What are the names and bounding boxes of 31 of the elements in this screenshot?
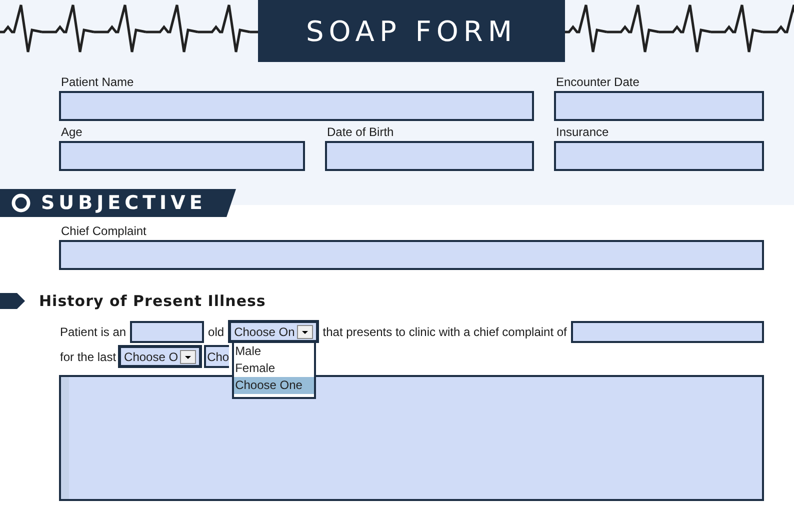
input-field[interactable]	[59, 240, 764, 270]
arrow-tag-icon	[0, 293, 25, 309]
sentence-text: for the last	[60, 350, 116, 364]
sentence-text: Patient is an	[60, 324, 126, 338]
input-field[interactable]	[554, 141, 764, 171]
dropdown-option[interactable]: Male	[234, 343, 314, 360]
field-label: Chief Complaint	[61, 224, 148, 238]
form-title: SOAP FORM	[258, 0, 565, 62]
input-field[interactable]	[325, 141, 534, 171]
sentence-text: that presents to clinic with a chief complaint of	[322, 324, 567, 338]
input-field[interactable]	[59, 141, 305, 171]
field-label: Age	[61, 125, 84, 139]
caret-icon	[180, 350, 196, 364]
text-area[interactable]	[59, 375, 764, 501]
circle-icon	[11, 193, 31, 213]
dropdown-option[interactable]: Choose One	[234, 377, 314, 394]
sentence-text: old	[208, 324, 224, 338]
input-field[interactable]	[570, 320, 764, 342]
dropdown-option[interactable]: Female	[234, 360, 314, 377]
dropdown[interactable]: Cho	[204, 345, 230, 368]
subsection-title: History of Present Illness	[39, 292, 266, 310]
field-label: Encounter Date	[556, 75, 640, 89]
caret-icon	[296, 324, 313, 338]
input-field[interactable]	[554, 91, 764, 121]
dropdown[interactable]: Choose O	[118, 345, 202, 368]
input-field[interactable]	[59, 91, 534, 121]
field-label: Patient Name	[61, 75, 135, 89]
field-label: Date of Birth	[327, 125, 395, 139]
section-title: SUBJECTIVE	[41, 192, 206, 214]
input-field[interactable]	[130, 320, 204, 342]
field-label: Insurance	[556, 125, 610, 139]
